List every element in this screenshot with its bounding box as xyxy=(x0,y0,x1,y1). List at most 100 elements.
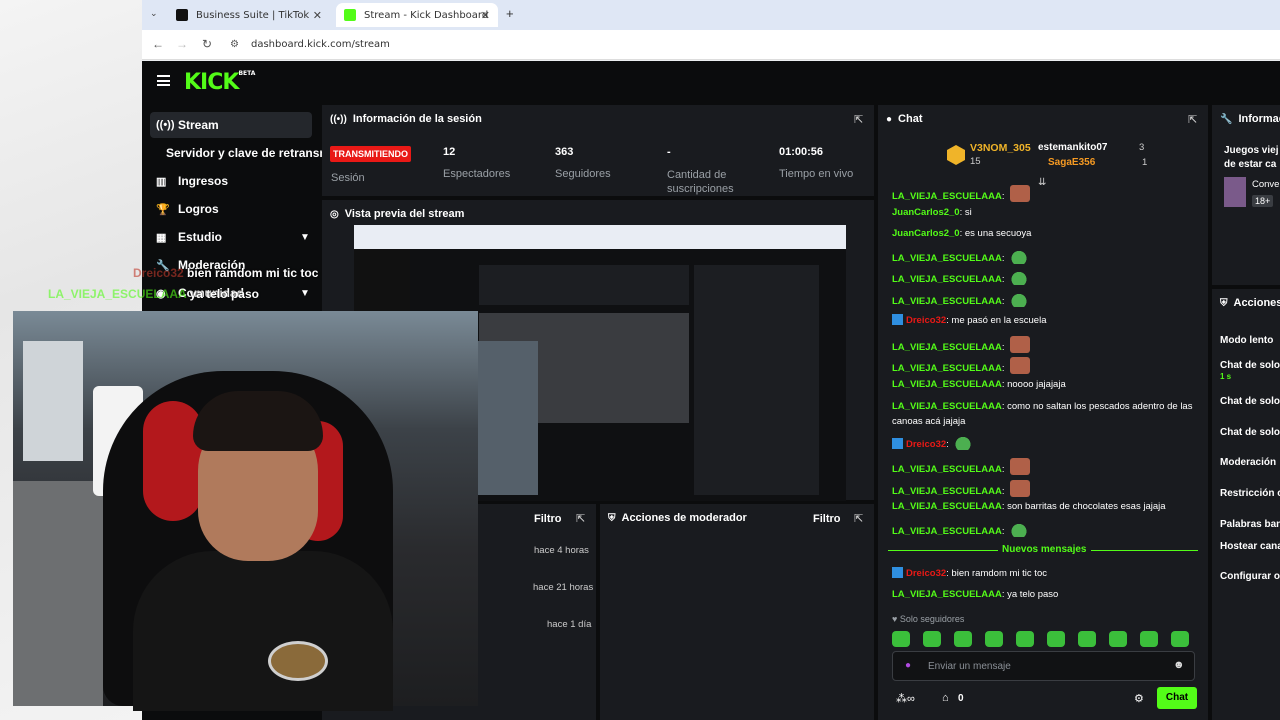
stat-label: Seguidores xyxy=(555,168,611,180)
reload-icon[interactable]: ↻ xyxy=(202,37,212,51)
chat-message: Dreico32: bien ramdom mi tic toc xyxy=(892,567,1047,579)
action-item[interactable]: Hostear cana xyxy=(1220,541,1280,552)
browser-tab-bar: ⌄ Business Suite | TikTok ✕ Stream - Kic… xyxy=(142,0,1280,30)
chat-message: LA_VIEJA_ESCUELAAA: xyxy=(892,357,1031,374)
sidebar-item-label: Estudio xyxy=(178,230,222,244)
leader-count: 3 xyxy=(1139,142,1145,153)
tab-list-icon[interactable]: ⌄ xyxy=(150,8,158,19)
sidebar-item-achievements[interactable]: 🏆 Logros xyxy=(150,196,312,222)
expand-icon[interactable]: ⇱ xyxy=(1188,113,1197,126)
moderator-actions-panel: ⛨ Acciones de moderador Filtro ⇱ xyxy=(600,504,874,720)
viewers-count: 12 xyxy=(443,146,456,158)
sidebar-item-income[interactable]: ▥ Ingresos xyxy=(150,168,312,194)
broadcast-icon: ((•)) xyxy=(330,114,347,125)
close-icon[interactable]: ✕ xyxy=(313,9,322,22)
panel-title: ● Chat xyxy=(886,113,923,125)
url-input[interactable]: dashboard.kick.com/stream xyxy=(251,39,390,50)
overlay-chat-line: LA_VIEJA_ESCUELAAA ya telo paso xyxy=(48,287,259,301)
sidebar-item-label: Stream xyxy=(178,118,219,132)
age-badge: 18+ xyxy=(1252,195,1274,207)
leader-name[interactable]: estemankito07 xyxy=(1038,142,1107,153)
activity-time: hace 21 horas xyxy=(533,582,594,593)
points-icon[interactable]: ⁂∞ xyxy=(896,692,915,705)
trophy-icon: 🏆 xyxy=(156,203,170,216)
tab-kick[interactable]: Stream - Kick Dashboard ✕ xyxy=(336,3,498,27)
chat-message: LA_VIEJA_ESCUELAAA: xyxy=(892,458,1031,475)
chevron-down-icon: ▼ xyxy=(300,287,310,299)
chat-message: LA_VIEJA_ESCUELAAA: como no saltan los p… xyxy=(892,401,1193,412)
expand-icon[interactable]: ⇱ xyxy=(576,512,585,525)
site-info-icon[interactable]: ⚙ xyxy=(230,39,239,50)
sidebar-item-label: Ingresos xyxy=(178,174,229,188)
panel-title: ⛨ Acciones de moderador xyxy=(608,512,747,524)
forward-icon[interactable]: → xyxy=(176,37,188,51)
chat-message: LA_VIEJA_ESCUELAAA: xyxy=(892,185,1031,202)
new-tab-button[interactable]: + xyxy=(506,6,514,21)
action-item[interactable]: Chat de solo xyxy=(1220,360,1280,371)
top-nav: KICKBETA xyxy=(142,61,1280,105)
chat-message: LA_VIEJA_ESCUELAAA: son barritas de choc… xyxy=(892,501,1166,512)
leader-name[interactable]: SagaE356 xyxy=(1048,157,1095,168)
sidebar-item-label: Servidor y clave de retransmisión xyxy=(166,146,322,160)
activity-time: hace 1 día xyxy=(547,619,592,630)
sidebar-item-stream[interactable]: ((•)) Stream xyxy=(150,112,312,138)
chat-message: JuanCarlos2_0: si xyxy=(892,207,972,218)
shield-icon: ⛨ xyxy=(1220,298,1228,309)
mic-icon[interactable]: ● xyxy=(905,660,911,671)
preview-icon: ◎ xyxy=(330,209,339,220)
action-item[interactable]: Restricción c xyxy=(1220,488,1280,499)
action-item[interactable]: Configurar o xyxy=(1220,571,1280,582)
stat-label: Cantidad de suscripciones xyxy=(667,169,734,195)
tab-title: Business Suite | TikTok xyxy=(196,9,310,21)
address-bar: ← → ↻ ⚙ dashboard.kick.com/stream xyxy=(142,30,1280,60)
close-icon[interactable]: ✕ xyxy=(481,9,490,22)
filter-button[interactable]: Filtro xyxy=(813,513,841,525)
action-item[interactable]: Moderación xyxy=(1220,457,1276,468)
sidebar-item-studio[interactable]: ▦ Estudio ▼ xyxy=(150,224,312,250)
chart-icon: ▥ xyxy=(156,175,167,188)
tab-tiktok[interactable]: Business Suite | TikTok ✕ xyxy=(168,3,330,27)
sidebar-item-server-key[interactable]: Servidor y clave de retransmisión xyxy=(150,140,322,166)
collapse-icon[interactable]: ⇊ xyxy=(1038,177,1046,188)
studio-icon: ▦ xyxy=(156,231,167,244)
action-item[interactable]: Chat de solo xyxy=(1220,427,1280,438)
live-time: 01:00:56 xyxy=(779,146,824,158)
activity-time: hace 4 horas xyxy=(534,545,589,556)
chat-message: LA_VIEJA_ESCUELAAA: xyxy=(892,250,1029,264)
shield-icon: ⛨ xyxy=(608,513,616,524)
leader-name[interactable]: V3NOM_305 xyxy=(970,142,1031,154)
chat-message: LA_VIEJA_ESCUELAAA: xyxy=(892,523,1029,537)
action-item[interactable]: Chat de solo xyxy=(1220,396,1280,407)
send-chat-button[interactable]: Chat xyxy=(1157,687,1197,709)
back-icon[interactable]: ← xyxy=(152,37,164,51)
action-item[interactable]: Palabras ban xyxy=(1220,519,1280,530)
wrench-icon: 🔧 xyxy=(1220,114,1233,125)
menu-icon[interactable] xyxy=(157,75,170,86)
store-icon[interactable]: ⌂ xyxy=(942,692,949,704)
overlay-chat-line: Dreico32 bien ramdom mi tic toc xyxy=(133,266,319,280)
chat-input[interactable]: ● Enviar un mensaje ☻ xyxy=(892,651,1195,681)
expand-icon[interactable]: ⇱ xyxy=(854,512,863,525)
emote-bar[interactable] xyxy=(892,631,1189,647)
action-item[interactable]: Modo lento xyxy=(1220,335,1273,346)
expand-icon[interactable]: ⇱ xyxy=(854,113,863,126)
filter-button[interactable]: Filtro xyxy=(534,513,562,525)
live-badge: TRANSMITIENDO xyxy=(330,146,411,162)
gear-icon[interactable]: ⚙ xyxy=(1134,692,1144,705)
new-messages-label: Nuevos mensajes xyxy=(998,544,1091,555)
chat-input-placeholder: Enviar un mensaje xyxy=(928,661,1011,672)
info-text: de estar ca xyxy=(1224,159,1277,170)
chat-message: LA_VIEJA_ESCUELAAA: xyxy=(892,480,1031,497)
panel-title: ◎ Vista previa del stream xyxy=(330,208,465,220)
chat-message: Dreico32: me pasó en la escuela xyxy=(892,314,1046,326)
panel-title: ⛨ Acciones xyxy=(1220,297,1280,309)
info-panel: 🔧Información Juegos viej de estar ca Con… xyxy=(1212,105,1280,285)
chat-icon: ● xyxy=(886,114,893,125)
chat-message-continued: canoas acá jajaja xyxy=(892,416,966,427)
leader-count: 15 xyxy=(970,156,981,167)
thumbnail[interactable] xyxy=(1224,177,1246,207)
kick-logo[interactable]: KICKBETA xyxy=(184,70,255,95)
chat-message: JuanCarlos2_0: es una secuoya xyxy=(892,228,1032,239)
emoji-icon[interactable]: ☻ xyxy=(1173,659,1185,671)
info-item[interactable]: Conve xyxy=(1252,179,1279,190)
